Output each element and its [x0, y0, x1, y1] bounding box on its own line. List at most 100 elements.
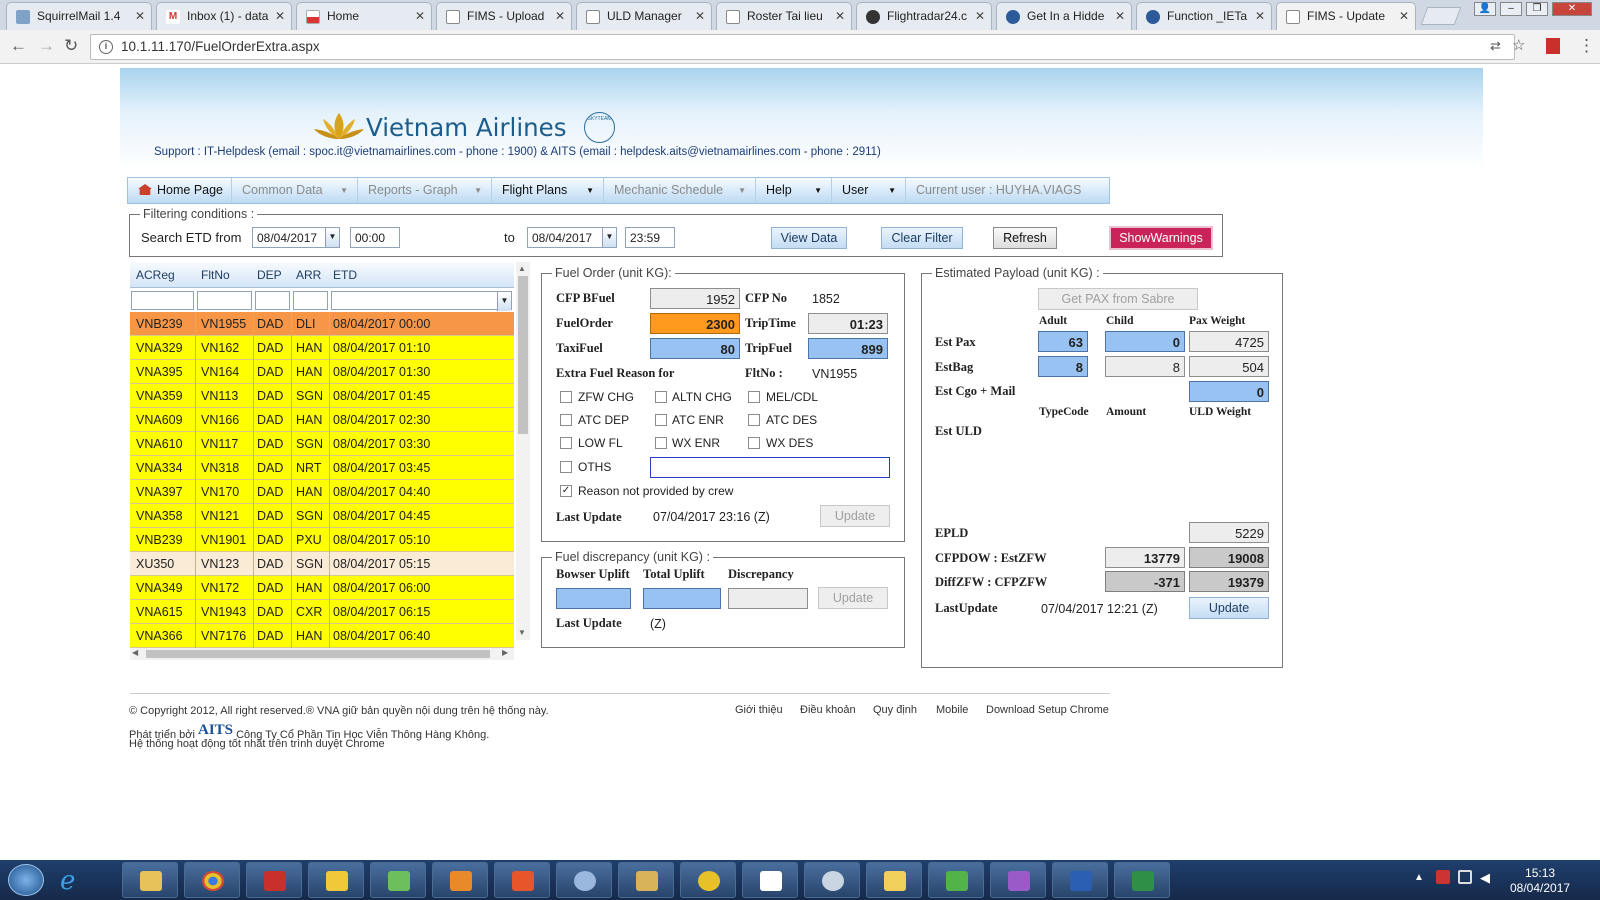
tray-network-icon[interactable] [1458, 870, 1472, 884]
sabre-icon[interactable] [680, 862, 736, 898]
trip-fuel-input[interactable]: 899 [808, 338, 888, 359]
word-icon[interactable] [1052, 862, 1108, 898]
table-row[interactable]: VNA329 VN162 DAD HAN 08/04/2017 01:10 [130, 336, 514, 360]
get-pax-from-sabre-button[interactable]: Get PAX from Sabre [1038, 288, 1198, 310]
discrepancy-update-button[interactable]: Update [818, 587, 888, 609]
ie-icon[interactable]: e [60, 866, 75, 896]
filter-acreg-input[interactable] [131, 291, 194, 310]
chrome-icon[interactable] [184, 862, 240, 898]
star-icon[interactable]: ☆ [1512, 37, 1525, 55]
close-icon[interactable]: ✕ [555, 9, 565, 23]
close-icon[interactable]: ✕ [975, 9, 985, 23]
fuel-order-input[interactable]: 2300 [650, 313, 740, 334]
filter-dep-input[interactable] [255, 291, 290, 310]
menu-icon[interactable]: ⋮ [1578, 37, 1595, 55]
info-icon[interactable]: i [99, 40, 113, 54]
table-row[interactable]: VNA334 VN318 DAD NRT 08/04/2017 03:45 [130, 456, 514, 480]
reason-atc-enr-checkbox[interactable] [655, 414, 667, 426]
close-icon[interactable]: ✕ [835, 9, 845, 23]
to-date-input[interactable]: 08/04/2017 ▼ [527, 227, 617, 248]
start-button[interactable] [8, 864, 44, 896]
airplane-icon[interactable] [742, 862, 798, 898]
menu-flight-plans[interactable]: Flight Plans ▼ [492, 178, 604, 203]
reason-oths-checkbox[interactable] [560, 461, 572, 473]
fuel-update-button[interactable]: Update [820, 505, 890, 527]
taxi-fuel-input[interactable]: 80 [650, 338, 740, 359]
onenote-icon[interactable] [990, 862, 1046, 898]
system-clock[interactable]: 15:13 08/04/2017 [1510, 866, 1570, 896]
table-row[interactable]: VNA610 VN117 DAD SGN 08/04/2017 03:30 [130, 432, 514, 456]
reason-wx-des-checkbox[interactable] [748, 437, 760, 449]
footer-link-about[interactable]: Giới thiệu [735, 704, 783, 716]
filter-fltno-input[interactable] [197, 291, 252, 310]
close-icon[interactable]: ✕ [1115, 9, 1125, 23]
col-acreg[interactable]: ACReg [136, 268, 175, 282]
close-icon[interactable]: ✕ [275, 9, 285, 23]
browser-tab[interactable]: Home ✕ [296, 2, 432, 30]
browser-tab[interactable]: FIMS - Upload ✕ [436, 2, 572, 30]
outlook-icon[interactable] [432, 862, 488, 898]
from-date-input[interactable]: 08/04/2017 ▼ [252, 227, 340, 248]
extension-icon[interactable] [1546, 38, 1560, 54]
close-icon[interactable]: ✕ [695, 9, 705, 23]
refresh-button[interactable]: Refresh [993, 227, 1057, 249]
total-uplift-input[interactable] [643, 588, 721, 609]
minimize-button[interactable]: – [1500, 2, 1522, 16]
table-row[interactable]: VNA609 VN166 DAD HAN 08/04/2017 02:30 [130, 408, 514, 432]
grid-horizontal-scrollbar[interactable]: ◀ ▶ [130, 648, 514, 660]
menu-help[interactable]: Help ▼ [756, 178, 832, 203]
table-row[interactable]: XU350 VN123 DAD SGN 08/04/2017 05:15 [130, 552, 514, 576]
new-tab-button[interactable] [1420, 7, 1462, 25]
browser-tab-active[interactable]: FIMS - Update ✕ [1276, 2, 1416, 31]
show-warnings-button[interactable]: ShowWarnings [1109, 226, 1213, 250]
help-icon[interactable] [866, 862, 922, 898]
reason-altn-chg-checkbox[interactable] [655, 391, 667, 403]
cgo-mail-input[interactable]: 0 [1189, 381, 1269, 402]
url-input[interactable]: i 10.1.11.170/FuelOrderExtra.aspx [90, 34, 1515, 60]
col-etd[interactable]: ETD [333, 268, 357, 282]
close-window-button[interactable]: ✕ [1552, 2, 1592, 16]
payload-update-button[interactable]: Update [1189, 597, 1269, 619]
profile-icon[interactable]: 👤 [1474, 2, 1496, 16]
tools-icon[interactable] [928, 862, 984, 898]
col-dep[interactable]: DEP [257, 268, 282, 282]
filter-arr-input[interactable] [293, 291, 328, 310]
browser-tab[interactable]: Flightradar24.c ✕ [856, 2, 992, 30]
tray-expand-icon[interactable]: ▲ [1414, 872, 1424, 883]
to-time-input[interactable]: 23:59 [625, 227, 675, 248]
grid-vertical-scrollbar[interactable]: ▲ ▼ [516, 262, 530, 640]
reason-wx-enr-checkbox[interactable] [655, 437, 667, 449]
col-arr[interactable]: ARR [296, 268, 321, 282]
globe-icon[interactable] [556, 862, 612, 898]
from-time-input[interactable]: 00:00 [350, 227, 400, 248]
browser-tab[interactable]: Function _IETa ✕ [1136, 2, 1272, 30]
table-row[interactable]: VNA359 VN113 DAD SGN 08/04/2017 01:45 [130, 384, 514, 408]
close-icon[interactable]: ✕ [1255, 9, 1265, 23]
tool-icon[interactable] [494, 862, 550, 898]
paper-plane-icon[interactable] [308, 862, 364, 898]
table-row[interactable]: VNA358 VN121 DAD SGN 08/04/2017 04:45 [130, 504, 514, 528]
menu-mechanic-schedule[interactable]: Mechanic Schedule ▼ [604, 178, 756, 203]
close-icon[interactable]: ✕ [135, 9, 145, 23]
forward-icon[interactable]: → [38, 37, 55, 55]
browser-tab[interactable]: SquirrelMail 1.4 ✕ [6, 2, 152, 30]
reason-not-provided-checkbox[interactable]: ✓ [560, 485, 572, 497]
app-icon[interactable] [370, 862, 426, 898]
footer-link-mobile[interactable]: Mobile [936, 704, 968, 716]
translate-icon[interactable]: ⇄ [1490, 37, 1501, 55]
table-row[interactable]: VNA366 VN7176 DAD HAN 08/04/2017 06:40 [130, 624, 514, 648]
chevron-down-icon[interactable]: ▼ [602, 228, 616, 247]
tray-flag-icon[interactable] [1436, 870, 1450, 884]
menu-common-data[interactable]: Common Data ▼ [232, 178, 358, 203]
table-row[interactable]: VNA615 VN1943 DAD CXR 08/04/2017 06:15 [130, 600, 514, 624]
reason-atc-dep-checkbox[interactable] [560, 414, 572, 426]
browser-tab[interactable]: ULD Manager ✕ [576, 2, 712, 30]
bag-count-input[interactable]: 8 [1038, 356, 1088, 377]
scales-icon[interactable] [618, 862, 674, 898]
menu-user[interactable]: User ▼ [832, 178, 906, 203]
footer-link-terms[interactable]: Điều khoản [800, 704, 856, 716]
menu-reports-graph[interactable]: Reports - Graph ▼ [358, 178, 492, 203]
table-row[interactable]: VNA395 VN164 DAD HAN 08/04/2017 01:30 [130, 360, 514, 384]
chevron-down-icon[interactable]: ▼ [325, 228, 339, 247]
table-row[interactable]: VNB239 VN1955 DAD DLI 08/04/2017 00:00 [130, 312, 514, 336]
